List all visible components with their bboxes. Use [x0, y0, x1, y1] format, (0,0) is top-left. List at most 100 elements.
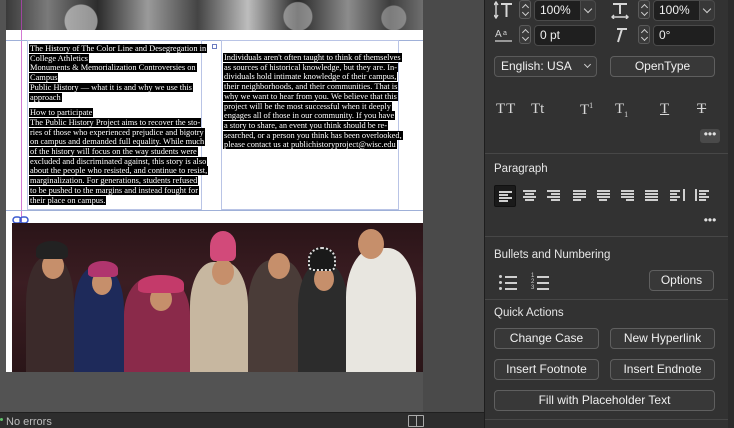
- bulleted-list-icon[interactable]: [499, 273, 517, 291]
- text-line: Monuments & Memorialization Controversie…: [29, 63, 197, 73]
- text-line: engages all of those in our community. I…: [223, 111, 396, 121]
- superscript-button[interactable]: T1: [580, 101, 593, 119]
- paragraph-section-title: Paragraph: [494, 163, 548, 175]
- text-line: How to participate: [29, 108, 94, 118]
- photo-figure: [346, 248, 416, 372]
- align-right-button[interactable]: [543, 185, 565, 207]
- group-photo-image[interactable]: [12, 223, 423, 372]
- photo-face: [268, 253, 290, 279]
- text-line: approach: [29, 92, 62, 102]
- bullets-options-button[interactable]: Options: [649, 270, 714, 291]
- language-value: English: USA: [501, 59, 572, 73]
- change-case-button[interactable]: Change Case: [494, 328, 599, 349]
- numbered-list-icon[interactable]: 1 2 3: [531, 273, 549, 291]
- photo-hat: [36, 241, 68, 259]
- text-line: marginalization. For generations, studen…: [29, 176, 199, 186]
- justify-left-button[interactable]: [569, 185, 591, 207]
- text-line: about the people who resisted, and conti…: [29, 166, 209, 176]
- underline-button[interactable]: T: [660, 101, 669, 118]
- skew-icon: [617, 28, 627, 43]
- justify-right-button[interactable]: [617, 185, 639, 207]
- status-bar: No errors: [0, 412, 484, 428]
- text-line: excluded and discriminated against, this…: [29, 156, 208, 166]
- align-left-button[interactable]: [494, 185, 516, 207]
- text-line: please contact us at publichistoryprojec…: [223, 140, 397, 150]
- horizontal-scale-input[interactable]: 100%: [653, 0, 700, 21]
- pasteboard-area[interactable]: [423, 0, 484, 412]
- fill-placeholder-text-button[interactable]: Fill with Placeholder Text: [494, 390, 715, 411]
- chevron-down-icon: [583, 60, 592, 69]
- more-character-options-button[interactable]: •••: [700, 128, 720, 143]
- text-line: as sources of historical knowledge, but …: [223, 62, 399, 72]
- opentype-button[interactable]: OpenType: [610, 56, 715, 77]
- insert-footnote-button[interactable]: Insert Footnote: [494, 359, 599, 380]
- horizontal-scale-dropdown[interactable]: [699, 0, 715, 21]
- top-photo-image[interactable]: [6, 0, 423, 30]
- panel-scrollbar[interactable]: [728, 0, 734, 428]
- more-paragraph-options-button[interactable]: •••: [700, 214, 720, 229]
- text-column-1[interactable]: The History of The Color Line and Desegr…: [29, 44, 209, 205]
- text-line: Individuals aren't often taught to think…: [223, 53, 402, 62]
- vertical-scale-icon: [494, 1, 512, 19]
- text-line: to be pushed to the margins and instead …: [29, 185, 200, 195]
- vertical-scale-input[interactable]: 100%: [534, 0, 581, 21]
- preflight-status-label[interactable]: No errors: [6, 416, 52, 428]
- language-dropdown[interactable]: English: USA: [494, 56, 597, 77]
- split-view-icon[interactable]: [408, 415, 424, 427]
- section-divider: [485, 419, 734, 420]
- frame-handle[interactable]: [212, 44, 217, 49]
- baseline-shift-icon: A a: [495, 29, 512, 42]
- text-line: on campus and demanded full equality. Wh…: [29, 137, 206, 147]
- justify-all-button[interactable]: [641, 185, 663, 207]
- text-line: project will be the most successful when…: [223, 101, 392, 111]
- subscript-button[interactable]: T1: [615, 101, 628, 119]
- text-line: searched, or a person you think has been…: [223, 130, 403, 140]
- align-away-from-spine-button[interactable]: [691, 185, 713, 207]
- text-line: College Athletics: [29, 53, 89, 63]
- align-towards-spine-button[interactable]: [666, 185, 688, 207]
- vertical-scale-dropdown[interactable]: [580, 0, 596, 21]
- skew-input[interactable]: 0°: [653, 25, 715, 46]
- svg-text:A: A: [495, 29, 502, 40]
- text-line: of the history will focus on the way stu…: [29, 147, 198, 157]
- quick-actions-title: Quick Actions: [494, 307, 564, 319]
- text-line: their neighborhoods, and their communiti…: [223, 82, 399, 92]
- section-divider: [485, 236, 734, 237]
- bullets-section-title: Bullets and Numbering: [494, 249, 611, 261]
- text-line: dividuals hold intimate knowledge of the…: [223, 72, 398, 82]
- skew-stepper[interactable]: [638, 25, 650, 44]
- text-line: their place on campus.: [29, 195, 107, 205]
- small-caps-button[interactable]: Tt: [531, 101, 544, 118]
- photo-hat: [138, 275, 184, 293]
- strikethrough-button[interactable]: T: [697, 101, 706, 118]
- baseline-shift-input[interactable]: 0 pt: [534, 25, 596, 46]
- baseline-shift-stepper[interactable]: [519, 25, 531, 44]
- margin-guide-bottom: [6, 210, 423, 211]
- text-line: ries of those who experienced prejudice …: [29, 127, 205, 137]
- document-page[interactable]: The History of The Color Line and Desegr…: [6, 0, 423, 372]
- new-hyperlink-button[interactable]: New Hyperlink: [610, 328, 715, 349]
- text-line: why we want to hear from you. We believe…: [223, 91, 398, 101]
- align-center-button[interactable]: [519, 185, 541, 207]
- insert-endnote-button[interactable]: Insert Endnote: [610, 359, 715, 380]
- section-divider: [485, 153, 734, 154]
- all-caps-button[interactable]: TT: [496, 101, 516, 118]
- vertical-scale-stepper[interactable]: [519, 0, 531, 19]
- photo-hat: [210, 231, 236, 261]
- horizontal-scale-stepper[interactable]: [638, 0, 650, 19]
- photo-hat: [88, 261, 118, 277]
- preflight-status-dot: [0, 418, 3, 421]
- section-divider: [485, 299, 734, 300]
- document-canvas[interactable]: The History of The Color Line and Desegr…: [0, 0, 484, 412]
- horizontal-scale-icon: [611, 3, 629, 19]
- properties-panel: 100% 100% A a 0 pt 0° English: USA OpenT…: [485, 0, 734, 428]
- text-column-2[interactable]: Individuals aren't often taught to think…: [223, 53, 403, 150]
- text-line: Public History — what it is and why we u…: [29, 82, 193, 92]
- text-line: The History of The Color Line and Desegr…: [29, 44, 208, 53]
- svg-text:a: a: [503, 30, 507, 37]
- photo-hat: [308, 247, 336, 271]
- justify-center-button[interactable]: [593, 185, 615, 207]
- text-line: Campus: [29, 73, 59, 83]
- text-line: The Public History Project aims to recov…: [29, 117, 202, 127]
- photo-face: [358, 229, 384, 259]
